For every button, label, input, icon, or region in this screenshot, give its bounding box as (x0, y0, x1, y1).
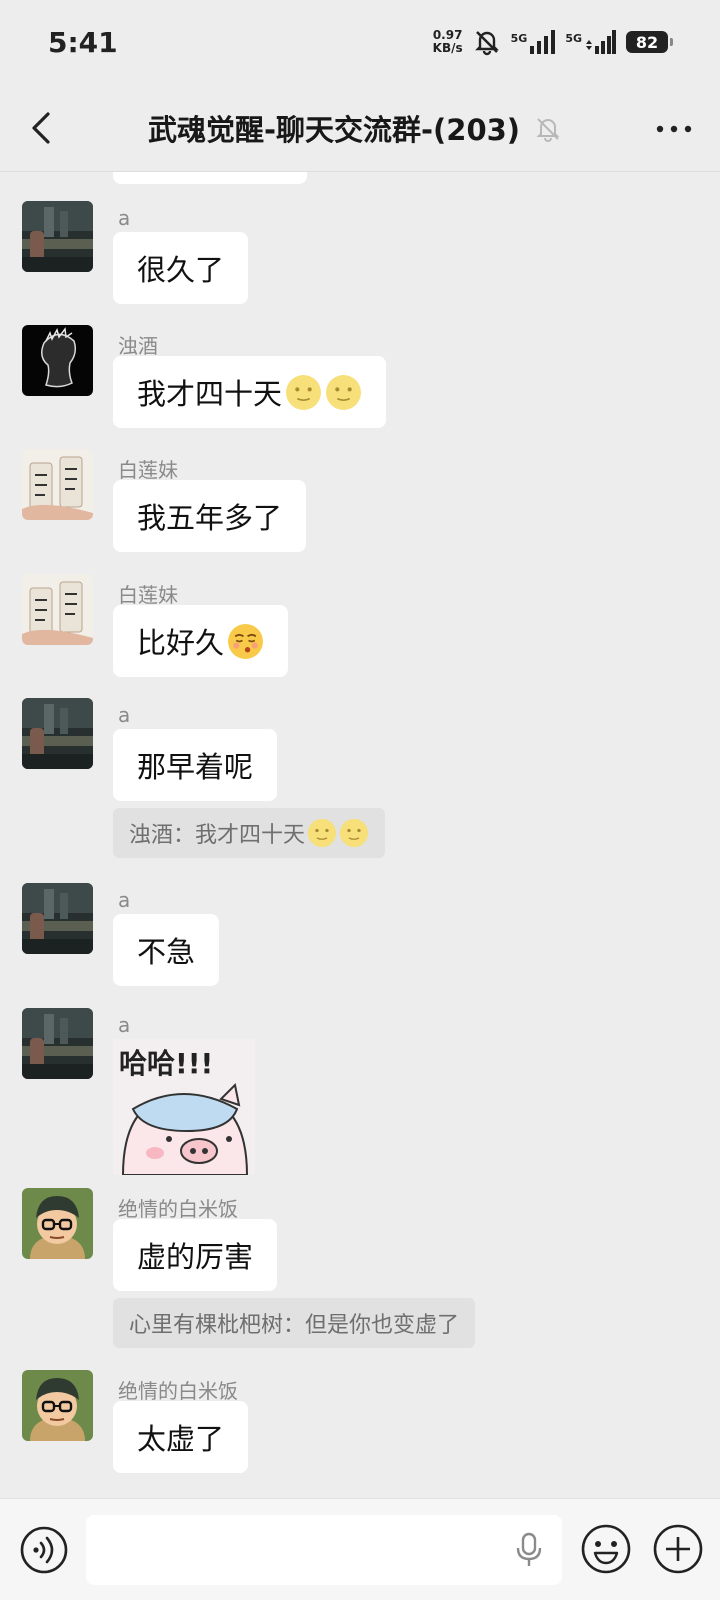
message-input[interactable] (86, 1515, 562, 1585)
message-text: 很久了 (137, 253, 225, 287)
sticker-text: 哈哈!!! (119, 1047, 213, 1080)
avatar-a[interactable] (22, 698, 93, 769)
avatar-a[interactable] (22, 201, 93, 272)
signal-2-label: 5G (565, 32, 582, 45)
signal-bars-icon (530, 30, 556, 54)
message-list[interactable]: a 很久了 浊酒 我才四十天 白莲妹 我五年多了 白莲妹 比好久 a 那早着呢 … (0, 172, 720, 1498)
message-text: 我五年多了 (137, 501, 283, 535)
signal-1: 5G (511, 30, 556, 54)
message-text: 虚的厉害 (137, 1240, 254, 1274)
more-dots-icon[interactable] (654, 114, 694, 144)
avatar-zhuojiu[interactable] (22, 325, 93, 396)
sender-name: 绝情的白米饭 (118, 1197, 238, 1221)
moon-face-emoji-icon (339, 818, 369, 848)
message-text: 我才四十天 (137, 377, 283, 411)
message-text: 比好久 (137, 626, 225, 660)
signal-1-label: 5G (510, 32, 528, 45)
avatar-bailianmei[interactable] (22, 574, 93, 645)
message-text: 那早着呢 (137, 750, 254, 784)
chat-header: 武魂觉醒-聊天交流群-(203) (0, 84, 720, 172)
avatar-a[interactable] (22, 1008, 93, 1079)
sender-name: a (118, 206, 131, 230)
message-bubble[interactable]: 不急 (113, 914, 220, 986)
status-bar: 5:41 0.97 KB/s 5G 5G 82 (0, 0, 720, 84)
avatar-bailianmei[interactable] (22, 449, 93, 520)
kissing-face-emoji-icon (228, 623, 263, 659)
message-bubble[interactable]: 比好久 (113, 605, 289, 677)
status-time: 5:41 (48, 26, 118, 59)
sender-name: 浊酒 (118, 334, 158, 358)
message-bubble[interactable]: 我五年多了 (113, 480, 307, 552)
network-speed: 0.97 KB/s (433, 29, 463, 55)
plus-circle-icon[interactable] (652, 1523, 704, 1575)
quoted-message[interactable]: 心里有棵枇杷树：但是你也变虚了 (113, 1298, 476, 1348)
partial-message-bubble[interactable] (113, 172, 307, 184)
sender-name: 白莲妹 (118, 583, 178, 607)
voice-icon[interactable] (19, 1525, 69, 1575)
pig-sticker[interactable]: 哈哈!!! (113, 1039, 255, 1175)
sender-name: a (118, 703, 131, 727)
message-bubble[interactable]: 那早着呢 (113, 729, 278, 801)
message-bubble[interactable]: 虚的厉害 (113, 1219, 278, 1291)
moon-face-emoji-icon (286, 374, 321, 410)
avatar-jueqing[interactable] (22, 1188, 93, 1259)
signal-bars-icon (586, 30, 616, 54)
moon-face-emoji-icon (326, 374, 361, 410)
message-text: 太虚了 (137, 1422, 225, 1456)
quoted-message[interactable]: 浊酒：我才四十天 (113, 808, 386, 858)
network-speed-unit: KB/s (432, 41, 463, 55)
signal-2: 5G (565, 30, 616, 54)
sender-name: 白莲妹 (118, 458, 178, 482)
quoted-text: 心里有棵枇杷树：但是你也变虚了 (129, 1313, 460, 1338)
title-area: 武魂觉醒-聊天交流群-(203) (0, 84, 720, 172)
smile-icon[interactable] (580, 1523, 632, 1575)
avatar-jueqing[interactable] (22, 1370, 93, 1441)
message-bubble[interactable]: 我才四十天 (113, 356, 387, 428)
message-bubble[interactable]: 太虚了 (113, 1401, 249, 1473)
sender-name: 绝情的白米饭 (118, 1379, 238, 1403)
moon-face-emoji-icon (307, 818, 337, 848)
message-bubble[interactable]: 很久了 (113, 232, 249, 304)
message-text: 不急 (137, 935, 196, 969)
avatar-a[interactable] (22, 883, 93, 954)
bell-off-icon (536, 118, 560, 142)
mic-icon[interactable] (514, 1532, 544, 1568)
bell-off-status-icon (474, 31, 499, 56)
status-indicators: 0.97 KB/s 5G 5G 82 (433, 24, 673, 60)
chat-title[interactable]: 武魂觉醒-聊天交流群-(203) (148, 107, 520, 149)
sender-name: a (118, 888, 131, 912)
battery-indicator: 82 (626, 31, 673, 53)
sender-name: a (118, 1013, 131, 1037)
input-bar (0, 1498, 720, 1600)
quoted-text: 浊酒：我才四十天 (129, 823, 306, 848)
